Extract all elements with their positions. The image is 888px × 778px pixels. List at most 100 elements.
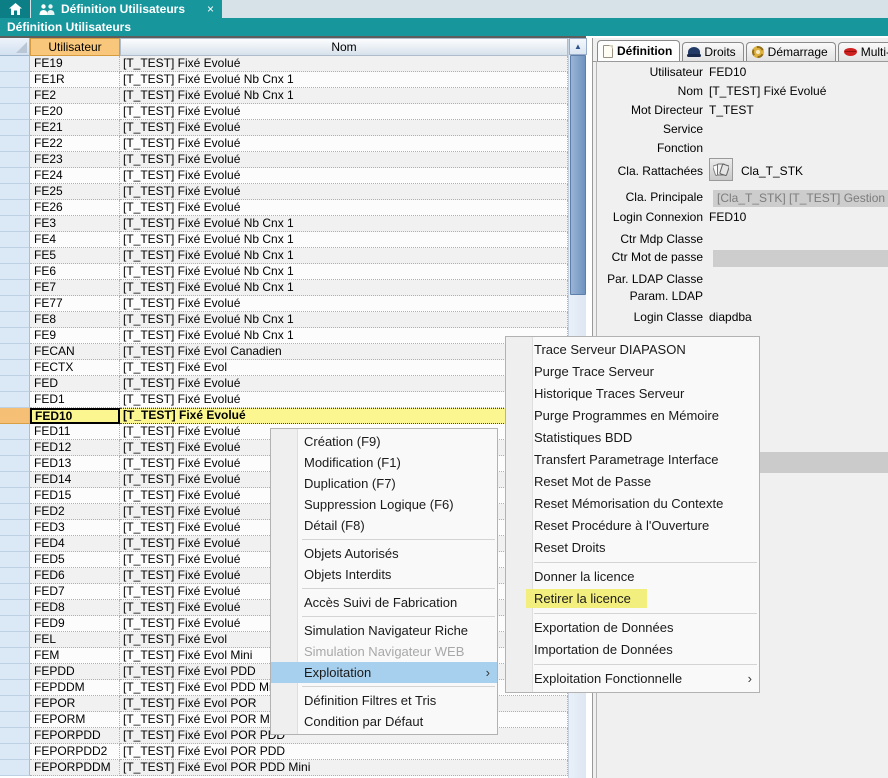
context-menu-item[interactable]: Duplication (F7) bbox=[271, 473, 497, 494]
table-row[interactable]: FECTX [T_TEST] Fixé Evol bbox=[0, 360, 568, 376]
row-selector[interactable] bbox=[0, 664, 30, 680]
cell-utilisateur[interactable]: FED15 bbox=[30, 488, 120, 504]
submenu-item[interactable]: Transfert Parametrage Interface bbox=[506, 449, 759, 471]
row-selector[interactable] bbox=[0, 376, 30, 392]
context-menu-item[interactable]: Simulation Navigateur WEB bbox=[271, 641, 497, 662]
row-selector[interactable] bbox=[0, 296, 30, 312]
fan-cards-icon[interactable] bbox=[709, 158, 733, 181]
cell-nom[interactable]: [T_TEST] Fixé Evol Canadien bbox=[120, 344, 568, 360]
cell-utilisateur[interactable]: FED5 bbox=[30, 552, 120, 568]
submenu-item[interactable]: Trace Serveur DIAPASON bbox=[506, 339, 759, 361]
table-row[interactable]: FE26 [T_TEST] Fixé Evolué bbox=[0, 200, 568, 216]
row-selector[interactable] bbox=[0, 472, 30, 488]
row-selector[interactable] bbox=[0, 200, 30, 216]
cell-nom[interactable]: [T_TEST] Fixé Evolué bbox=[120, 120, 568, 136]
cell-utilisateur[interactable]: FED9 bbox=[30, 616, 120, 632]
row-selector[interactable] bbox=[0, 168, 30, 184]
cell-utilisateur[interactable]: FED12 bbox=[30, 440, 120, 456]
submenu-item[interactable]: Reset Mot de Passe bbox=[506, 471, 759, 493]
row-selector[interactable] bbox=[0, 344, 30, 360]
table-row[interactable]: FE4 [T_TEST] Fixé Evolué Nb Cnx 1 bbox=[0, 232, 568, 248]
cell-nom[interactable]: [T_TEST] Fixé Evolué Nb Cnx 1 bbox=[120, 216, 568, 232]
row-selector[interactable] bbox=[0, 88, 30, 104]
row-selector[interactable] bbox=[0, 552, 30, 568]
row-selector[interactable] bbox=[0, 408, 30, 424]
table-row[interactable]: FE5 [T_TEST] Fixé Evolué Nb Cnx 1 bbox=[0, 248, 568, 264]
cell-utilisateur[interactable]: FEPDDM bbox=[30, 680, 120, 696]
cell-utilisateur[interactable]: FEL bbox=[30, 632, 120, 648]
cell-nom[interactable]: [T_TEST] Fixé Evolué bbox=[120, 136, 568, 152]
cell-utilisateur[interactable]: FE23 bbox=[30, 152, 120, 168]
row-selector[interactable] bbox=[0, 424, 30, 440]
cell-utilisateur[interactable]: FE26 bbox=[30, 200, 120, 216]
row-selector[interactable] bbox=[0, 72, 30, 88]
context-menu-item[interactable]: Simulation Navigateur Riche bbox=[271, 620, 497, 641]
row-selector[interactable] bbox=[0, 504, 30, 520]
table-row[interactable]: FE2 [T_TEST] Fixé Evolué Nb Cnx 1 bbox=[0, 88, 568, 104]
column-header-nom[interactable]: Nom bbox=[120, 38, 568, 56]
cell-utilisateur[interactable]: FE19 bbox=[30, 56, 120, 72]
cell-utilisateur[interactable]: FE25 bbox=[30, 184, 120, 200]
row-selector[interactable] bbox=[0, 760, 30, 776]
row-selector[interactable] bbox=[0, 136, 30, 152]
context-menu-item[interactable]: Suppression Logique (F6) bbox=[271, 494, 497, 515]
row-selector[interactable] bbox=[0, 56, 30, 72]
submenu-item[interactable]: Retirer la licence bbox=[506, 588, 759, 610]
table-row[interactable]: FEPORPDDM [T_TEST] Fixé Evol POR PDD Min… bbox=[0, 760, 568, 776]
cell-nom[interactable]: [T_TEST] Fixé Evol bbox=[120, 360, 568, 376]
submenu-item[interactable]: Reset Procédure à l'Ouverture bbox=[506, 515, 759, 537]
table-row[interactable]: FE9 [T_TEST] Fixé Evolué Nb Cnx 1 bbox=[0, 328, 568, 344]
scroll-up-button[interactable]: ▲ bbox=[569, 38, 587, 55]
cell-utilisateur[interactable]: FED bbox=[30, 376, 120, 392]
row-selector[interactable] bbox=[0, 392, 30, 408]
cell-nom[interactable]: [T_TEST] Fixé Evolué bbox=[120, 184, 568, 200]
cell-nom[interactable]: [T_TEST] Fixé Evolué Nb Cnx 1 bbox=[120, 312, 568, 328]
cell-nom[interactable]: [T_TEST] Fixé Evolué bbox=[120, 296, 568, 312]
cell-utilisateur[interactable]: FE20 bbox=[30, 104, 120, 120]
cell-nom[interactable]: [T_TEST] Fixé Evolué Nb Cnx 1 bbox=[120, 88, 568, 104]
table-row[interactable]: FED [T_TEST] Fixé Evolué bbox=[0, 376, 568, 392]
row-selector[interactable] bbox=[0, 440, 30, 456]
cell-utilisateur[interactable]: FED7 bbox=[30, 584, 120, 600]
row-selector[interactable] bbox=[0, 328, 30, 344]
context-menu-item[interactable]: Définition Filtres et Tris bbox=[271, 690, 497, 711]
table-row[interactable]: FE20 [T_TEST] Fixé Evolué bbox=[0, 104, 568, 120]
cell-utilisateur[interactable]: FE5 bbox=[30, 248, 120, 264]
row-selector[interactable] bbox=[0, 104, 30, 120]
cell-utilisateur[interactable]: FECTX bbox=[30, 360, 120, 376]
submenu-item[interactable]: Importation de Données bbox=[506, 639, 759, 661]
table-row[interactable]: FECAN [T_TEST] Fixé Evol Canadien bbox=[0, 344, 568, 360]
cell-nom[interactable]: [T_TEST] Fixé Evol POR PDD bbox=[120, 744, 568, 760]
table-row[interactable]: FE25 [T_TEST] Fixé Evolué bbox=[0, 184, 568, 200]
tab-definition-utilisateurs[interactable]: Définition Utilisateurs × bbox=[31, 0, 222, 18]
cell-utilisateur[interactable]: FE2 bbox=[30, 88, 120, 104]
submenu-item[interactable]: Donner la licence bbox=[506, 566, 759, 588]
table-row[interactable]: FE3 [T_TEST] Fixé Evolué Nb Cnx 1 bbox=[0, 216, 568, 232]
table-row[interactable]: FE19 [T_TEST] Fixé Evolué bbox=[0, 56, 568, 72]
context-menu-item[interactable]: Création (F9) bbox=[271, 431, 497, 452]
row-selector[interactable] bbox=[0, 648, 30, 664]
select-all-corner[interactable] bbox=[0, 38, 30, 56]
row-selector[interactable] bbox=[0, 616, 30, 632]
table-row[interactable]: FE23 [T_TEST] Fixé Evolué bbox=[0, 152, 568, 168]
table-row[interactable]: FE8 [T_TEST] Fixé Evolué Nb Cnx 1 bbox=[0, 312, 568, 328]
cell-nom[interactable]: [T_TEST] Fixé Evolué bbox=[120, 152, 568, 168]
cell-utilisateur[interactable]: FE22 bbox=[30, 136, 120, 152]
row-selector[interactable] bbox=[0, 232, 30, 248]
scrollbar-thumb[interactable] bbox=[570, 55, 586, 295]
row-selector[interactable] bbox=[0, 184, 30, 200]
cell-utilisateur[interactable]: FE6 bbox=[30, 264, 120, 280]
cell-nom[interactable]: [T_TEST] Fixé Evolué bbox=[120, 104, 568, 120]
cell-utilisateur[interactable]: FEPDD bbox=[30, 664, 120, 680]
context-menu-item[interactable]: Modification (F1) bbox=[271, 452, 497, 473]
cell-nom[interactable]: [T_TEST] Fixé Evolué bbox=[120, 392, 568, 408]
cell-utilisateur[interactable]: FED2 bbox=[30, 504, 120, 520]
table-row[interactable]: FEPORPDD2 [T_TEST] Fixé Evol POR PDD bbox=[0, 744, 568, 760]
cell-utilisateur[interactable]: FED3 bbox=[30, 520, 120, 536]
cell-utilisateur[interactable]: FE3 bbox=[30, 216, 120, 232]
cell-utilisateur[interactable]: FEM bbox=[30, 648, 120, 664]
cell-utilisateur[interactable]: FEPORPDD2 bbox=[30, 744, 120, 760]
table-row[interactable]: FE24 [T_TEST] Fixé Evolué bbox=[0, 168, 568, 184]
cell-nom[interactable]: [T_TEST] Fixé Evolué Nb Cnx 1 bbox=[120, 248, 568, 264]
row-selector[interactable] bbox=[0, 264, 30, 280]
